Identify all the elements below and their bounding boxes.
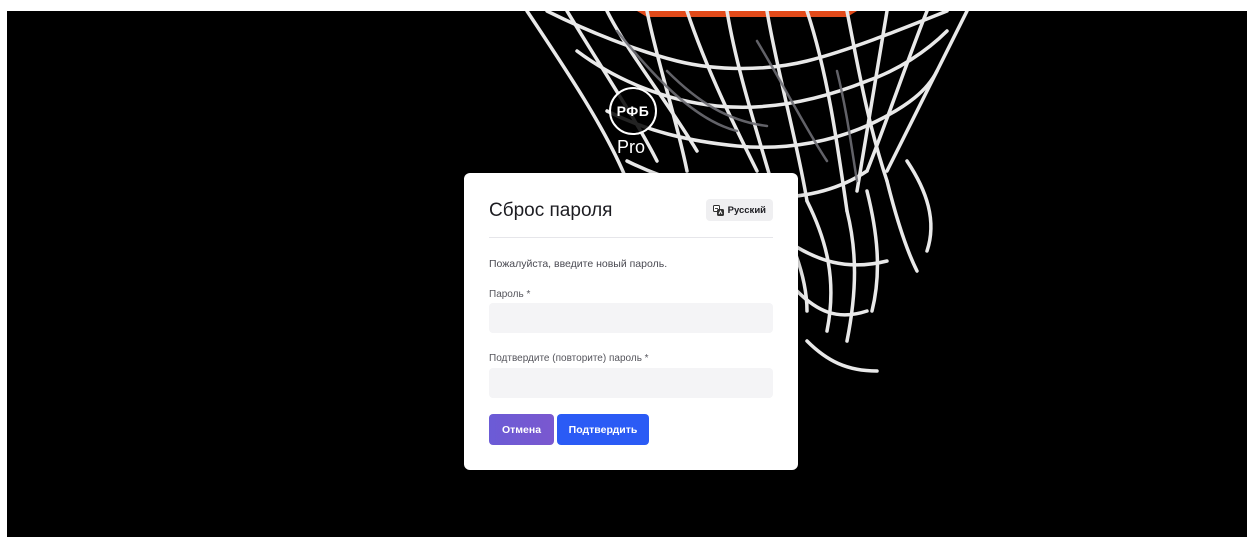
page-title: Сброс пароля [489,200,613,221]
brand-logo: РФБ Pro [607,87,667,167]
card-header: Сброс пароля Русский [489,197,773,238]
password-label: Пароль * [489,289,531,300]
translate-icon [712,204,724,216]
background: РФБ Pro Сброс пароля Русский Пожалуйста,… [7,11,1247,537]
brand-logo-subtitle: Pro [617,137,646,157]
cancel-button[interactable]: Отмена [489,414,554,445]
instructions-text: Пожалуйста, введите новый пароль. [489,258,668,270]
confirm-password-input[interactable] [489,368,773,398]
password-input[interactable] [489,303,773,333]
reset-password-card: Сброс пароля Русский Пожалуйста, введите… [464,173,798,470]
brand-logo-mark: РФБ [609,87,657,135]
submit-button[interactable]: Подтвердить [557,414,649,445]
language-label: Русский [727,204,766,216]
confirm-password-label: Подтвердите (повторите) пароль * [489,353,649,364]
language-selector-button[interactable]: Русский [705,199,773,221]
